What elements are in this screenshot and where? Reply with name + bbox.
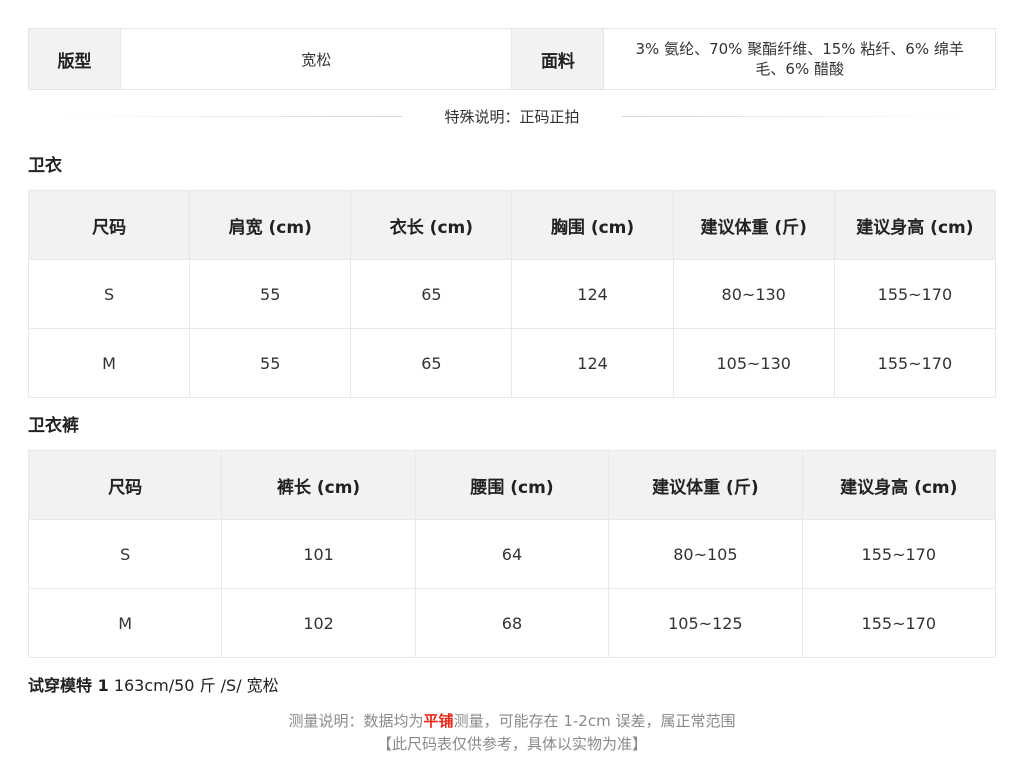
measurement-highlight: 平铺: [423, 712, 454, 730]
fit-value: 宽松: [121, 29, 513, 89]
cell-chest: 124: [511, 328, 674, 398]
fabric-label: 面料: [512, 29, 605, 89]
cell-weight: 80~130: [672, 259, 835, 329]
cell-length: 65: [350, 259, 513, 329]
cell-pant-length: 102: [221, 588, 416, 658]
special-note-text: 特殊说明：正码正拍: [432, 105, 592, 127]
header-shoulder: 肩宽 (cm): [189, 190, 352, 260]
table-row: M 102 68 105~125 155~170: [27, 588, 997, 658]
header-size: 尺码: [27, 450, 223, 520]
divider-right: [622, 116, 958, 117]
measurement-note: 测量说明：数据均为平铺测量，可能存在 1-2cm 误差，属正常范围: [28, 710, 996, 733]
measurement-footer: 测量说明：数据均为平铺测量，可能存在 1-2cm 误差，属正常范围 【此尺码表仅…: [28, 710, 996, 756]
cell-height: 155~170: [833, 328, 997, 398]
header-pant-length: 裤长 (cm): [221, 450, 416, 520]
model-label: 试穿模特 1: [28, 676, 109, 695]
cell-size: M: [27, 588, 223, 658]
header-waist: 腰围 (cm): [414, 450, 610, 520]
hoodie-section-title: 卫衣: [28, 156, 62, 176]
cell-waist: 64: [414, 519, 610, 589]
cell-size: S: [27, 259, 191, 329]
hoodie-size-table: 尺码 肩宽 (cm) 衣长 (cm) 胸围 (cm) 建议体重 (斤) 建议身高…: [27, 190, 997, 398]
reference-disclaimer: 【此尺码表仅供参考，具体以实物为准】: [376, 735, 647, 753]
header-length: 衣长 (cm): [350, 190, 513, 260]
cell-pant-length: 101: [221, 519, 416, 589]
pants-section-title: 卫衣裤: [28, 416, 79, 436]
fabric-value: 3% 氨纶、70% 聚酯纤维、15% 粘纤、6% 绵羊毛、6% 醋酸: [635, 40, 964, 78]
fit-label: 版型: [29, 29, 121, 89]
header-chest: 胸围 (cm): [511, 190, 674, 260]
model-value: 163cm/50 斤 /S/ 宽松: [113, 676, 279, 695]
table-row: S 101 64 80~105 155~170: [27, 519, 997, 589]
cell-weight: 80~105: [608, 519, 803, 589]
cell-size: S: [27, 519, 223, 589]
pants-size-table: 尺码 裤长 (cm) 腰围 (cm) 建议体重 (斤) 建议身高 (cm) S …: [27, 450, 997, 658]
cell-weight: 105~125: [608, 588, 803, 658]
model-info: 试穿模特 1 163cm/50 斤 /S/ 宽松: [28, 674, 996, 698]
header-weight: 建议体重 (斤): [672, 190, 835, 260]
table-row: S 55 65 124 80~130 155~170: [27, 259, 997, 329]
header-weight: 建议体重 (斤): [608, 450, 803, 520]
table-header-row: 尺码 裤长 (cm) 腰围 (cm) 建议体重 (斤) 建议身高 (cm): [27, 450, 997, 520]
header-size: 尺码: [27, 190, 191, 260]
header-height: 建议身高 (cm): [833, 190, 997, 260]
header-height: 建议身高 (cm): [801, 450, 997, 520]
cell-weight: 105~130: [672, 328, 835, 398]
attribute-table: 版型 宽松 面料 3% 氨纶、70% 聚酯纤维、15% 粘纤、6% 绵羊毛、6%…: [28, 28, 996, 90]
size-chart-page: 版型 宽松 面料 3% 氨纶、70% 聚酯纤维、15% 粘纤、6% 绵羊毛、6%…: [27, 28, 997, 756]
cell-height: 155~170: [801, 519, 997, 589]
cell-chest: 124: [511, 259, 674, 329]
cell-height: 155~170: [833, 259, 997, 329]
cell-height: 155~170: [801, 588, 997, 658]
table-row: M 55 65 124 105~130 155~170: [27, 328, 997, 398]
table-header-row: 尺码 肩宽 (cm) 衣长 (cm) 胸围 (cm) 建议体重 (斤) 建议身高…: [27, 190, 997, 260]
cell-size: M: [27, 328, 191, 398]
divider-left: [66, 116, 402, 117]
special-note: 特殊说明：正码正拍: [28, 90, 996, 142]
measurement-note-suffix: 测量，可能存在 1-2cm 误差，属正常范围: [453, 712, 736, 730]
measurement-note-prefix: 测量说明：数据均为: [288, 712, 424, 730]
cell-length: 65: [350, 328, 513, 398]
cell-shoulder: 55: [189, 259, 352, 329]
cell-waist: 68: [414, 588, 610, 658]
cell-shoulder: 55: [189, 328, 352, 398]
